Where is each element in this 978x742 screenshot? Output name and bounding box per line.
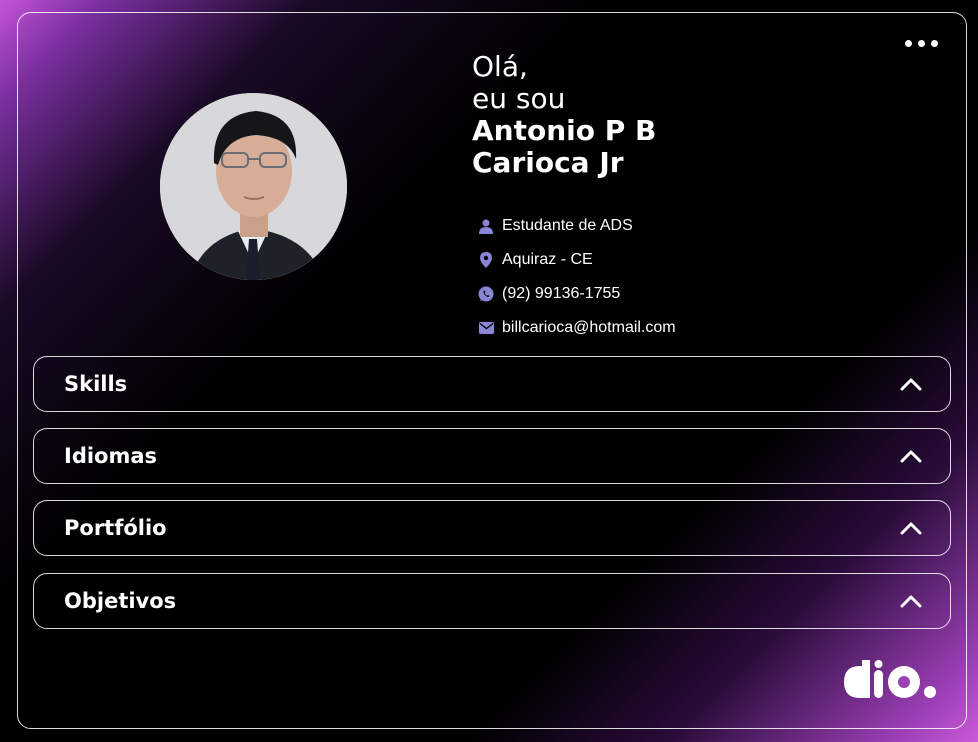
info-location-text: Aquiraz - CE: [502, 251, 593, 268]
section-skills[interactable]: Skills: [33, 356, 951, 412]
dio-logo: [844, 660, 936, 698]
whatsapp-icon: [478, 286, 494, 302]
dot-icon: [904, 39, 912, 47]
section-portfolio-title: Portfólio: [64, 516, 167, 540]
profile-card: Olá, eu sou Antonio P B Carioca Jr Estud…: [17, 12, 967, 729]
info-phone[interactable]: (92) 99136-1755: [478, 277, 676, 311]
chevron-up-icon: [900, 378, 922, 391]
user-icon: [478, 218, 494, 234]
more-options-button[interactable]: [904, 33, 938, 53]
greeting: Olá, eu sou Antonio P B Carioca Jr: [472, 51, 656, 179]
dot-icon: [917, 39, 925, 47]
greeting-line-2: eu sou: [472, 82, 566, 115]
info-role: Estudante de ADS: [478, 209, 676, 243]
greeting-line-1: Olá,: [472, 50, 528, 83]
contact-info: Estudante de ADS Aquiraz - CE (92) 99136…: [478, 209, 676, 345]
dot-icon: [930, 39, 938, 47]
chevron-up-icon: [900, 522, 922, 535]
chevron-up-icon: [900, 450, 922, 463]
info-role-text: Estudante de ADS: [502, 217, 633, 234]
section-portfolio[interactable]: Portfólio: [33, 500, 951, 556]
info-email[interactable]: billcarioca@hotmail.com: [478, 311, 676, 345]
section-idiomas-title: Idiomas: [64, 444, 158, 468]
email-icon: [478, 320, 494, 336]
name-line-1: Antonio P B: [472, 114, 657, 147]
section-skills-title: Skills: [64, 372, 128, 396]
info-location: Aquiraz - CE: [478, 243, 676, 277]
location-pin-icon: [478, 252, 494, 268]
name-line-2: Carioca Jr: [472, 146, 624, 179]
avatar: [160, 93, 347, 280]
section-objetivos[interactable]: Objetivos: [33, 573, 951, 629]
chevron-up-icon: [900, 595, 922, 608]
profile-photo: [160, 93, 347, 280]
section-objetivos-title: Objetivos: [64, 589, 177, 613]
info-phone-text: (92) 99136-1755: [502, 285, 621, 302]
info-email-text: billcarioca@hotmail.com: [502, 319, 676, 336]
section-idiomas[interactable]: Idiomas: [33, 428, 951, 484]
